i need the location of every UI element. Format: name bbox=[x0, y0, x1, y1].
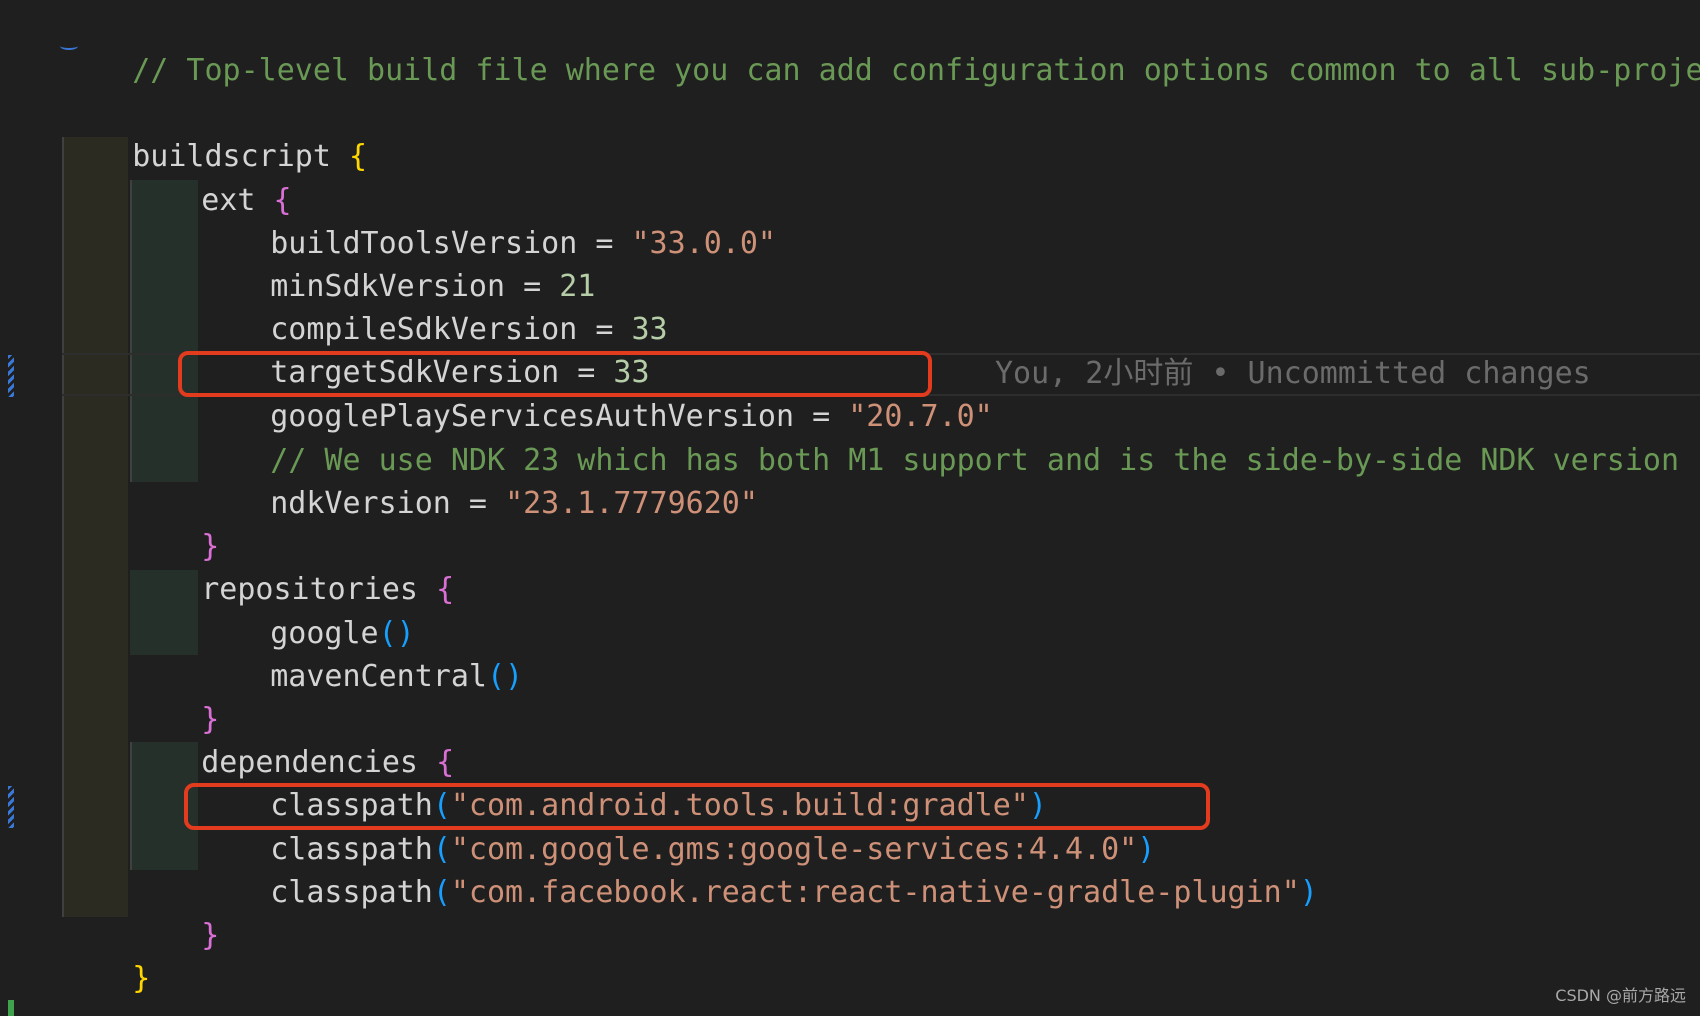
close-brace: } bbox=[201, 918, 220, 953]
open-brace: { bbox=[349, 139, 368, 174]
code-line[interactable]: repositories { bbox=[129, 525, 454, 607]
code-line[interactable]: classpath("com.facebook.react:react-nati… bbox=[198, 828, 1318, 910]
gutter-add-marker[interactable] bbox=[8, 1000, 14, 1016]
code-line[interactable]: } bbox=[129, 655, 219, 737]
string-value: "33.0.0" bbox=[631, 226, 776, 261]
equals-operator: = bbox=[450, 486, 506, 521]
string-value: "23.1.7779620" bbox=[505, 486, 758, 521]
open-brace: { bbox=[436, 572, 455, 607]
function-call: classpath bbox=[270, 875, 433, 910]
gutter-change-marker[interactable] bbox=[8, 786, 14, 828]
git-blame-annotation: You, 2小时前 • Uncommitted changes bbox=[995, 356, 1591, 391]
code-line[interactable]: minSdkVersion = 21 bbox=[198, 222, 595, 304]
code-line[interactable]: buildscript { bbox=[60, 92, 367, 174]
code-line[interactable]: dependencies { bbox=[129, 698, 454, 780]
indent-band-level1 bbox=[62, 137, 128, 917]
code-line[interactable]: compileSdkVersion = 33 bbox=[198, 265, 667, 347]
code-line[interactable]: buildToolsVersion = "33.0.0" bbox=[198, 179, 776, 261]
code-line[interactable]: } bbox=[129, 482, 219, 564]
open-paren: ( bbox=[432, 875, 451, 910]
function-call: mavenCentral bbox=[270, 659, 487, 694]
code-line[interactable]: ndkVersion = "23.1.7779620" bbox=[198, 439, 758, 521]
code-line[interactable]: ext { bbox=[129, 136, 291, 218]
code-editor[interactable]: // Top-level build file where you can ad… bbox=[0, 0, 1700, 1016]
code-line[interactable]: mavenCentral() bbox=[198, 612, 523, 694]
indent-guide-1 bbox=[62, 137, 64, 917]
code-line[interactable]: google() bbox=[198, 569, 415, 651]
watermark: CSDN @前方路远 bbox=[1555, 986, 1686, 1005]
parens: () bbox=[487, 659, 524, 694]
code-line[interactable]: } bbox=[60, 914, 150, 996]
code-line[interactable]: // We use NDK 23 which has both M1 suppo… bbox=[198, 396, 1700, 478]
comment-text: // Top-level build file where you can ad… bbox=[132, 53, 1700, 88]
close-brace: } bbox=[132, 961, 151, 996]
close-paren: ) bbox=[1299, 875, 1318, 910]
annotation-highlight-box bbox=[184, 783, 1210, 830]
code-line[interactable]: targetSdkVersion = 33 bbox=[198, 308, 649, 390]
variable-name: ndkVersion bbox=[270, 486, 451, 521]
spelling-squiggle bbox=[60, 42, 78, 50]
gutter-change-marker[interactable] bbox=[8, 355, 14, 397]
code-line[interactable]: classpath("com.android.tools.build:gradl… bbox=[198, 741, 1047, 823]
string-value: "com.facebook.react:react-native-gradle-… bbox=[450, 875, 1300, 910]
annotation-highlight-box bbox=[178, 351, 932, 397]
code-line[interactable]: // Top-level build file where you can ad… bbox=[60, 6, 1700, 88]
code-line[interactable]: } bbox=[129, 871, 219, 953]
